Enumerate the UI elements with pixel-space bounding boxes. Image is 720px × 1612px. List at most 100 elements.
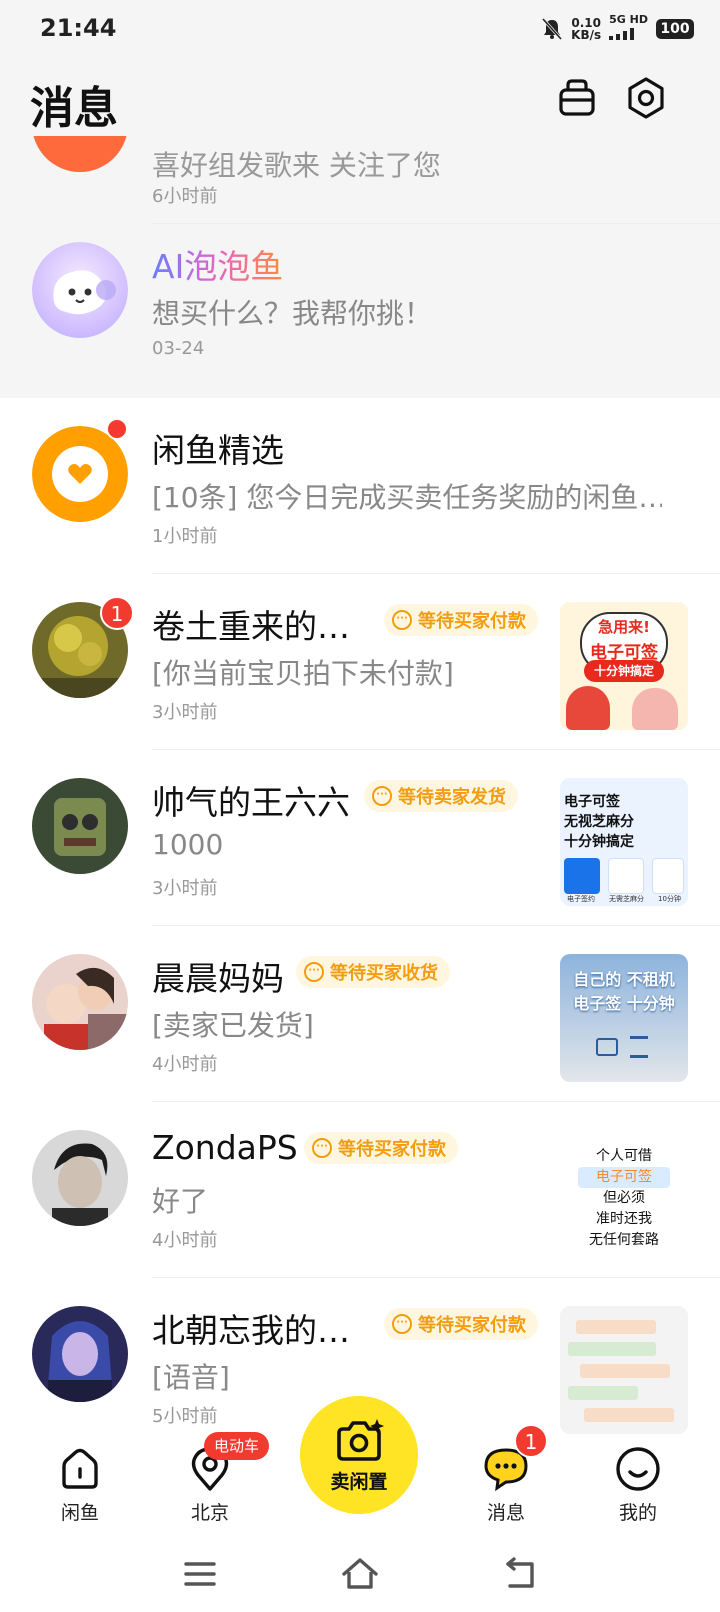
status-text: 等待买家收货 — [330, 963, 438, 984]
more-dots-icon: ··· — [392, 1314, 412, 1334]
signal-icon — [609, 28, 635, 40]
home-icon — [62, 1448, 98, 1489]
list-item[interactable]: 晨晨妈妈 ··· 等待买家收货 [卖家已发货] 4小时前 自己的 不租机 电子签… — [0, 926, 720, 1102]
avatar — [32, 1130, 128, 1226]
thumb-text: 无视芝麻分 — [564, 814, 634, 830]
status-badge: ··· 等待买家收货 — [296, 956, 450, 988]
list-item[interactable]: 帅气的王六六 ··· 等待卖家发货 1000 3小时前 电子可签 无视芝麻分 十… — [0, 750, 720, 926]
profile-smile-icon — [616, 1447, 660, 1491]
status-text: 等待买家付款 — [338, 1139, 446, 1160]
message-time: 1小时前 — [152, 526, 218, 547]
thumb-text: 无任何套路 — [589, 1232, 659, 1248]
mute-bell-icon — [542, 17, 563, 41]
thumb-text: 十分钟搞定 — [584, 660, 664, 682]
more-dots-icon: ··· — [312, 1138, 332, 1158]
item-thumbnail[interactable] — [560, 1306, 688, 1434]
contact-name: ZondaPS — [152, 1128, 298, 1167]
message-time: 4小时前 — [152, 1230, 218, 1251]
more-dots-icon: ··· — [372, 786, 392, 806]
more-dots-icon: ··· — [392, 610, 412, 630]
status-badge: ··· 等待卖家发货 — [364, 780, 518, 812]
message-list: 闲鱼精选 [10条] 您今日完成买卖任务奖励的闲鱼… 1小时前 1 卷土重来的…… — [0, 398, 720, 1438]
message-preview: 喜好组发歌来 关注了您 — [152, 149, 441, 182]
message-time: 4小时前 — [152, 1054, 218, 1075]
city-tag-badge: 电动车 — [204, 1432, 270, 1460]
message-time: 6小时前 — [152, 186, 218, 207]
status-bar: 21:44 0.10 KB/s 5G HD 100 — [0, 0, 720, 58]
message-time: 5小时前 — [152, 1406, 218, 1427]
message-preview: [10条] 您今日完成买卖任务奖励的闲鱼… — [152, 481, 662, 514]
list-item[interactable]: 喜好组发歌来 关注了您 6小时前 — [0, 136, 720, 224]
list-item[interactable]: ZondaPS ··· 等待买家付款 好了 4小时前 个人可借 电子可签 但必须… — [0, 1102, 720, 1278]
contact-name: 晨晨妈妈 — [152, 959, 284, 998]
message-preview: 1000 — [152, 828, 224, 861]
ai-fish-avatar — [32, 242, 128, 338]
message-preview: 好了 — [152, 1185, 209, 1218]
messages-unread-badge: 1 — [514, 1424, 548, 1458]
avatar — [32, 136, 128, 172]
message-preview: [你当前宝贝拍下未付款] — [152, 657, 454, 690]
item-thumbnail[interactable]: 电子可签 无视芝麻分 十分钟搞定 电子签约 无需芝麻分 10分钟 — [560, 778, 688, 906]
settings-icon[interactable] — [624, 76, 668, 120]
network-type: 5G HD — [609, 13, 648, 26]
page-header: 消息 — [0, 58, 720, 136]
unread-dot — [106, 418, 128, 440]
page-title: 消息 — [30, 83, 118, 134]
status-badge: ··· 等待买家付款 — [384, 1308, 538, 1340]
thumb-caption: 电子签约 — [567, 895, 595, 903]
list-item-ai[interactable]: AI泡泡鱼 想买什么？我帮你挑！ 03-24 — [0, 214, 720, 390]
status-indicators: 0.10 KB/s 5G HD 100 — [541, 14, 694, 44]
contact-name: 闲鱼精选 — [152, 431, 284, 470]
battery-icon: 100 — [656, 19, 694, 39]
xianyu-select-avatar — [32, 426, 128, 522]
status-badge: ··· 等待买家付款 — [304, 1132, 458, 1164]
message-time: 03-24 — [152, 338, 205, 359]
tab-messages-label: 消息 — [486, 1502, 525, 1524]
unread-badge: 1 — [100, 596, 134, 630]
thumb-caption: 无需芝麻分 — [609, 895, 645, 903]
avatar — [32, 1306, 128, 1402]
menu-icon[interactable] — [180, 1554, 220, 1594]
message-time: 3小时前 — [152, 702, 218, 723]
camera-sparkle-icon — [337, 1418, 384, 1461]
contact-name: 帅气的王六六 — [152, 783, 350, 822]
item-thumbnail[interactable]: 个人可借 电子可签 但必须 准时还我 无任何套路 — [560, 1130, 688, 1258]
message-preview: [卖家已发货] — [152, 1009, 314, 1042]
status-text: 等待买家付款 — [418, 1315, 526, 1336]
sell-button[interactable]: 卖闲置 — [300, 1396, 418, 1514]
status-time: 21:44 — [40, 14, 117, 42]
item-thumbnail[interactable]: 自己的 不租机 电子签 十分钟 — [560, 954, 688, 1082]
status-text: 等待买家付款 — [418, 611, 526, 632]
thumb-text: 准时还我 — [596, 1211, 652, 1227]
status-badge: ··· 等待买家付款 — [384, 604, 538, 636]
thumb-text: 个人可借 — [596, 1148, 652, 1164]
thumb-text: 自己的 不租机 — [573, 970, 675, 989]
network-indicator: 5G HD — [609, 14, 648, 44]
message-preview: 想买什么？我帮你挑！ — [152, 297, 433, 330]
back-icon[interactable] — [500, 1554, 540, 1594]
thumb-text: 电子可签 — [578, 1167, 670, 1188]
tab-home[interactable]: 闲鱼 — [30, 1444, 130, 1525]
tab-mine[interactable]: 我的 — [588, 1444, 688, 1525]
thumb-text: 但必须 — [603, 1190, 645, 1206]
home-nav-icon[interactable] — [340, 1554, 380, 1594]
sell-label: 卖闲置 — [330, 1470, 388, 1493]
thumb-text: 电子可签 — [564, 794, 620, 810]
network-speed: 0.10 KB/s — [571, 17, 601, 41]
thumb-caption: 10分钟 — [658, 895, 681, 903]
shop-bag-icon[interactable] — [555, 76, 599, 120]
ai-name: AI泡泡鱼 — [152, 240, 283, 288]
pinned-section: 喜好组发歌来 关注了您 6小时前 AI泡泡鱼 想买什么？我帮你挑！ 03-24 — [0, 136, 720, 398]
thumb-text: 十分钟搞定 — [564, 834, 634, 850]
list-item[interactable]: 闲鱼精选 [10条] 您今日完成买卖任务奖励的闲鱼… 1小时前 — [0, 398, 720, 574]
thumb-text: 电子签 十分钟 — [573, 994, 675, 1013]
item-thumbnail[interactable]: 急用来! 电子可签 十分钟搞定 — [560, 602, 688, 730]
message-time: 3小时前 — [152, 878, 218, 899]
system-navbar — [0, 1534, 720, 1612]
list-item[interactable]: 1 卷土重来的… ··· 等待买家付款 [你当前宝贝拍下未付款] 3小时前 急用… — [0, 574, 720, 750]
contact-name: 北朝忘我的… — [152, 1311, 350, 1350]
tab-messages[interactable]: 消息 — [456, 1444, 556, 1525]
message-preview: [语音] — [152, 1361, 230, 1394]
avatar — [32, 778, 128, 874]
status-text: 等待卖家发货 — [398, 787, 506, 808]
